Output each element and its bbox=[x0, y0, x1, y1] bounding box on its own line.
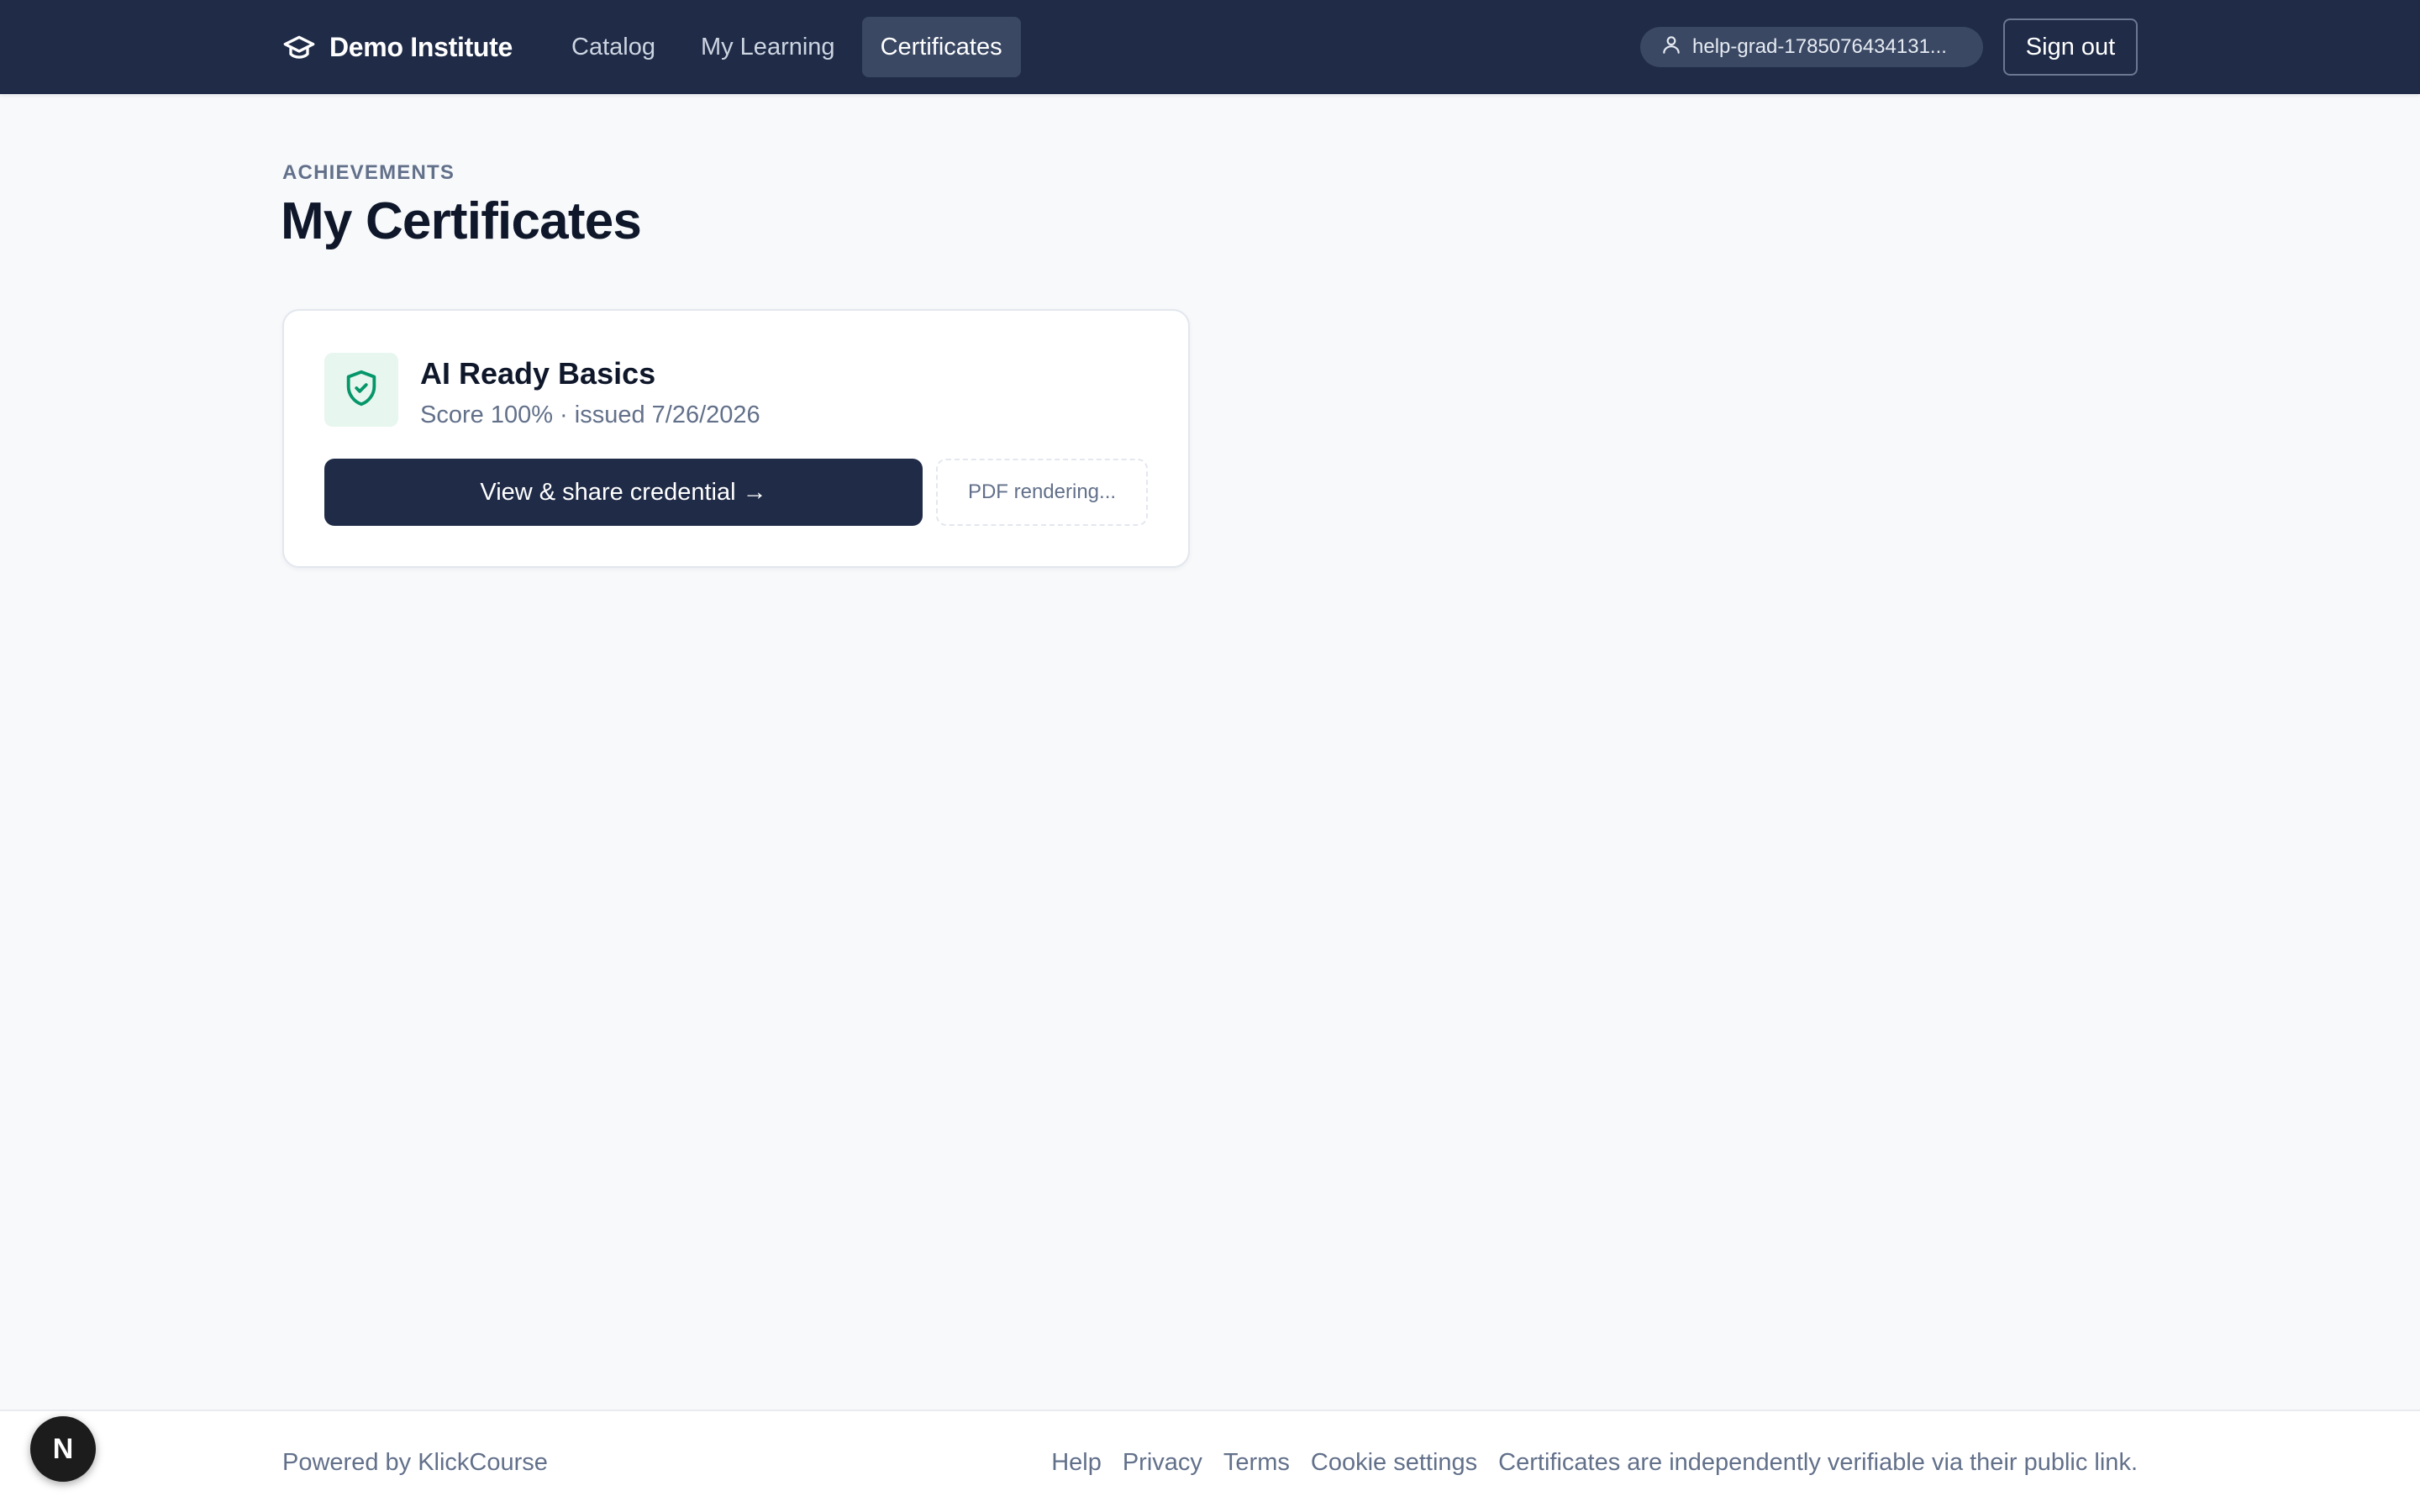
brand-link[interactable]: Demo Institute bbox=[282, 0, 513, 94]
page-title: My Certificates bbox=[281, 192, 642, 250]
graduation-cap-icon bbox=[282, 30, 316, 64]
nav-my-learning[interactable]: My Learning bbox=[682, 17, 854, 77]
footer-verification-note: Certificates are independently verifiabl… bbox=[1498, 1448, 2138, 1476]
footer-link-help[interactable]: Help bbox=[1051, 1449, 1102, 1477]
footer-links: Help Privacy Terms Cookie settings Certi… bbox=[1051, 1411, 2138, 1512]
main-nav: Catalog My Learning Certificates bbox=[553, 17, 1021, 77]
powered-by: Powered by KlickCourse bbox=[282, 1448, 548, 1476]
certificate-badge bbox=[324, 353, 398, 427]
top-navbar: Demo Institute Catalog My Learning Certi… bbox=[0, 0, 2420, 94]
user-email: help-grad-1785076434131... bbox=[1692, 35, 1947, 58]
certificate-title: AI Ready Basics bbox=[420, 356, 656, 391]
pdf-rendering-status: PDF rendering... bbox=[936, 459, 1148, 526]
footer-link-terms[interactable]: Terms bbox=[1223, 1449, 1290, 1477]
footer-link-cookie-settings[interactable]: Cookie settings bbox=[1311, 1449, 1477, 1477]
sign-out-button[interactable]: Sign out bbox=[2003, 18, 2138, 76]
view-share-credential-button[interactable]: View & share credential → bbox=[324, 459, 923, 526]
certificate-card: AI Ready Basics Score 100% · issued 7/26… bbox=[282, 309, 1190, 568]
footer: Powered by KlickCourse Help Privacy Term… bbox=[0, 1410, 2420, 1512]
page: Demo Institute Catalog My Learning Certi… bbox=[0, 0, 2420, 1512]
brand-name: Demo Institute bbox=[329, 31, 513, 62]
user-account-chip[interactable]: help-grad-1785076434131... bbox=[1640, 27, 1983, 67]
nav-catalog[interactable]: Catalog bbox=[553, 17, 674, 77]
user-icon bbox=[1660, 34, 1682, 61]
shield-check-icon bbox=[342, 369, 381, 412]
nextjs-dev-badge[interactable]: N bbox=[30, 1416, 96, 1482]
certificate-meta: Score 100% · issued 7/26/2026 bbox=[420, 402, 760, 428]
nav-certificates[interactable]: Certificates bbox=[861, 17, 1021, 77]
section-eyebrow: ACHIEVEMENTS bbox=[282, 161, 455, 184]
nextjs-icon: N bbox=[52, 1432, 74, 1465]
footer-link-privacy[interactable]: Privacy bbox=[1123, 1449, 1202, 1477]
